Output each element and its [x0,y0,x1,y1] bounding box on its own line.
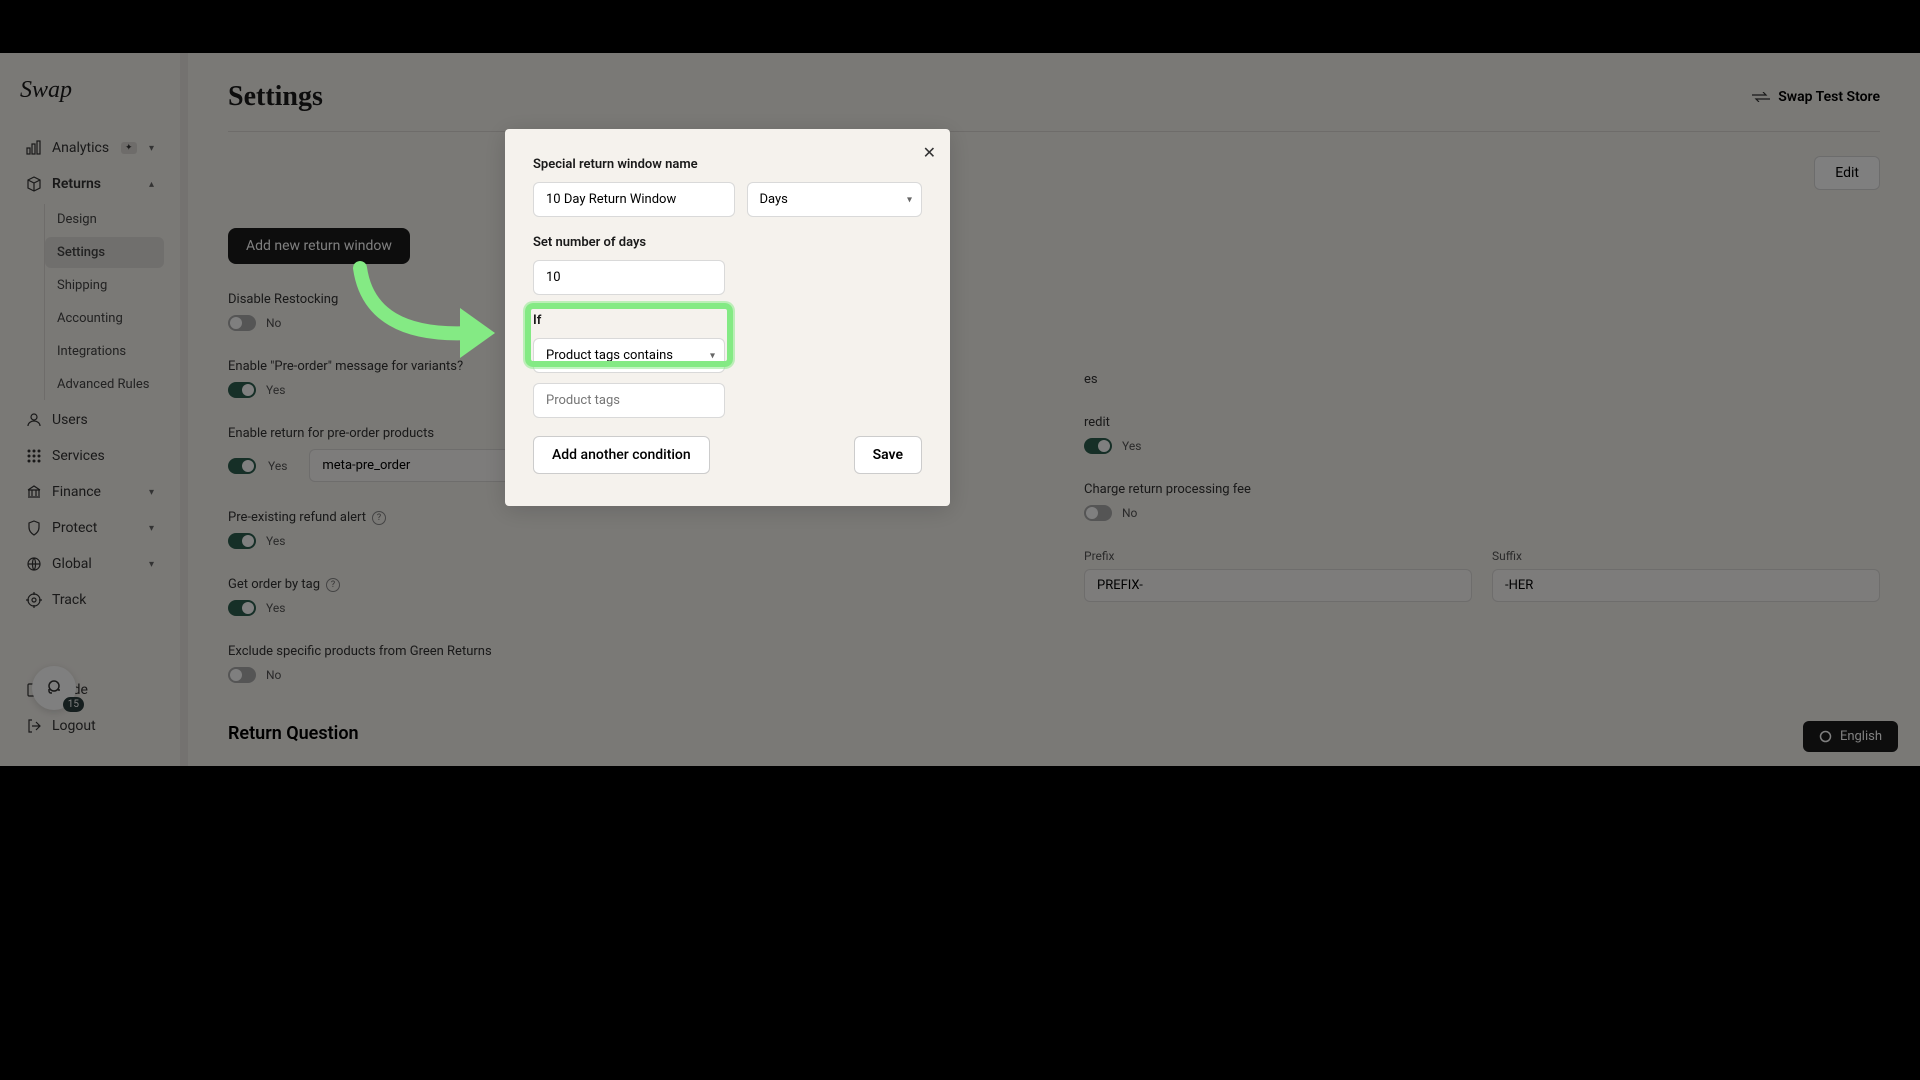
product-tags-input[interactable] [533,383,725,418]
window-name-input[interactable] [533,182,735,217]
condition-type-select[interactable]: Product tags contains [533,338,725,373]
modal-name-label: Special return window name [533,157,922,172]
add-condition-button[interactable]: Add another condition [533,436,710,474]
modal-if-label: If [533,313,922,328]
modal-days-label: Set number of days [533,235,922,250]
days-input[interactable] [533,260,725,295]
close-icon[interactable]: ✕ [923,143,936,162]
return-window-modal: ✕ Special return window name Days Set nu… [505,129,950,506]
save-button[interactable]: Save [854,436,922,474]
unit-select[interactable]: Days [747,182,923,217]
